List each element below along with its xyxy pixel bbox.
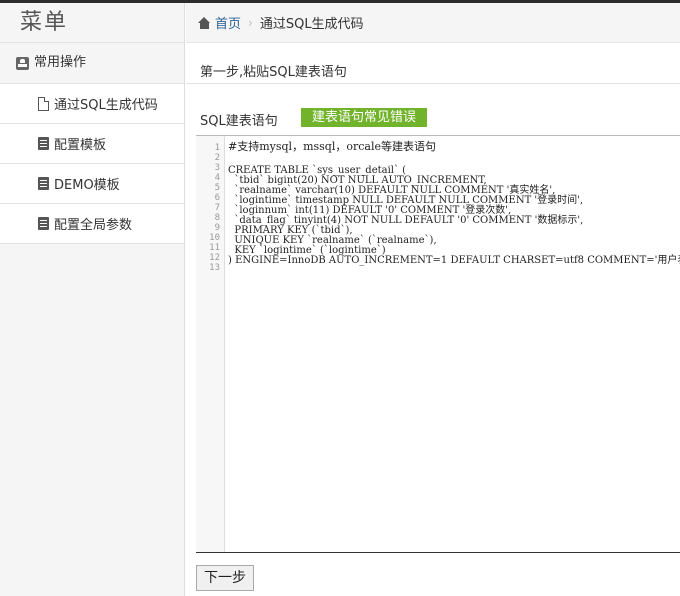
sidebar-group-label: 常用操作 <box>34 55 87 70</box>
home-icon <box>198 16 211 29</box>
line-number: 11 <box>209 243 220 253</box>
sidebar-item-demo-template[interactable]: DEMO模板 <box>0 164 184 204</box>
user-card-icon <box>16 56 29 70</box>
sidebar-item-label: DEMO模板 <box>54 178 120 193</box>
divider <box>186 83 680 84</box>
line-number: 6 <box>214 193 220 203</box>
sql-editor[interactable]: 1 2 3 4 5 6 7 8 9 10 11 12 13 #支持mysql，mssql，orcale等… <box>196 135 680 553</box>
step-title: 第一步,粘贴SQL建表语句 <box>200 65 347 80</box>
line-number: 8 <box>214 213 220 223</box>
line-number-gutter: 1 2 3 4 5 6 7 8 9 10 11 12 13 <box>196 136 225 552</box>
menu-title: 菜单 <box>0 3 184 43</box>
sidebar-item-label: 配置模板 <box>54 138 107 153</box>
sidebar-item-sql-generate[interactable]: 通过SQL生成代码 <box>0 84 184 124</box>
code-line: #支持mysql，mssql，orcale等建表语句 <box>228 140 436 153</box>
main-content: 首页 › 通过SQL生成代码 第一步,粘贴SQL建表语句 SQL建表语句 建表语… <box>186 3 680 596</box>
line-number: 7 <box>214 203 220 213</box>
sidebar-item-config-template[interactable]: 配置模板 <box>0 124 184 164</box>
sidebar: 菜单 常用操作 通过SQL生成代码 配置模板 DEMO模板 配置全局参数 <box>0 3 185 596</box>
line-number: 5 <box>214 183 220 193</box>
line-number: 10 <box>209 233 220 243</box>
chevron-right-icon: › <box>248 15 253 30</box>
sql-code[interactable]: #支持mysql，mssql，orcale等建表语句 CREATE TABLE `… <box>228 140 680 276</box>
breadcrumb-current: 通过SQL生成代码 <box>259 17 364 32</box>
breadcrumb: 首页 › 通过SQL生成代码 <box>186 3 680 43</box>
breadcrumb-home-link[interactable]: 首页 <box>215 13 241 32</box>
list-icon <box>38 177 49 190</box>
line-number: 4 <box>214 173 220 183</box>
list-icon <box>38 217 49 230</box>
sql-field-label: SQL建表语句 <box>200 114 278 129</box>
file-icon <box>38 96 49 111</box>
line-number: 12 <box>209 253 220 263</box>
sidebar-group-common[interactable]: 常用操作 <box>0 43 184 84</box>
list-icon <box>38 137 49 150</box>
line-number: 2 <box>214 153 220 163</box>
line-number: 1 <box>214 143 220 153</box>
next-step-button[interactable]: 下一步 <box>196 565 254 591</box>
line-number: 9 <box>214 223 220 233</box>
line-number: 13 <box>209 263 220 273</box>
code-line: ) ENGINE=InnoDB AUTO_INCREMENT=1 DEFAULT… <box>228 255 680 266</box>
common-errors-button[interactable]: 建表语句常见错误 <box>301 108 427 127</box>
sidebar-item-label: 通过SQL生成代码 <box>54 98 158 113</box>
sidebar-item-label: 配置全局参数 <box>54 218 133 233</box>
line-number: 3 <box>214 163 220 173</box>
sidebar-item-global-params[interactable]: 配置全局参数 <box>0 204 184 244</box>
